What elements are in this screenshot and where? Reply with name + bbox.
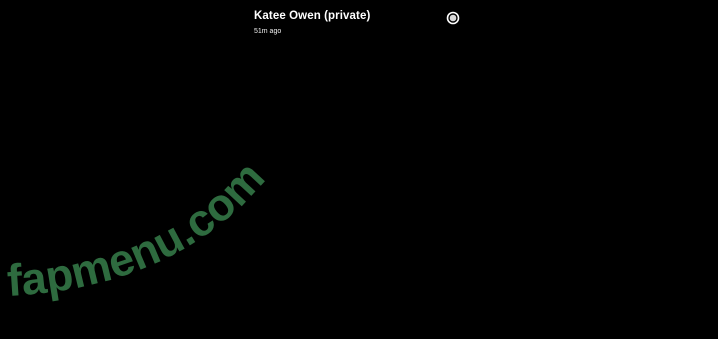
watermark: fapmenu.com	[5, 151, 274, 306]
watermark-text: fapmenu.com	[5, 151, 274, 306]
watermark-text-path: fapmenu.com	[5, 151, 274, 306]
